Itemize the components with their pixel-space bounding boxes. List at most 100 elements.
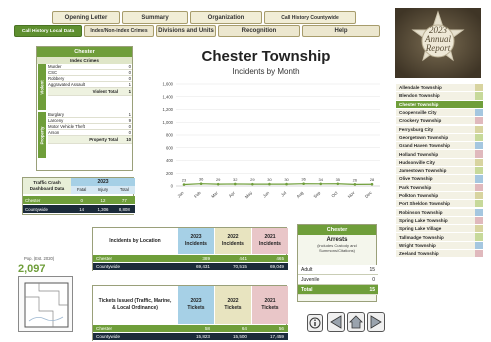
year-col-header: 2022 Tickets (215, 286, 251, 324)
township-link[interactable]: Grand Haven Township (396, 142, 483, 151)
tab-help[interactable]: Help (302, 25, 380, 37)
township-link[interactable]: Coopersville City (396, 108, 483, 118)
township-color-stripe (475, 158, 483, 166)
data-label: 29 (216, 177, 221, 182)
township-link[interactable]: Spring Lake Village (396, 225, 483, 234)
y-tick-label: 1,200 (163, 107, 174, 112)
crime-total-row: Property Total 10 (48, 136, 132, 144)
township-link[interactable]: Wright Township (396, 241, 483, 250)
col-label: Incidents (185, 241, 207, 247)
traffic-value: 12 (100, 197, 106, 203)
township-link[interactable]: Ferrysburg City (396, 125, 483, 134)
tab-organization[interactable]: Organization (190, 11, 262, 24)
township-link[interactable]: Holland Township (396, 150, 483, 159)
township-name: Hudsonville City (399, 159, 435, 165)
x-tick-label: Feb (193, 190, 202, 199)
arrest-total-label: Total (301, 286, 313, 293)
township-link[interactable]: Allendale Township (396, 84, 483, 93)
y-tick-label: 400 (166, 158, 174, 163)
crime-label: Murder (48, 64, 62, 69)
traffic-value: 14 (79, 206, 85, 212)
crime-value: 9 (128, 118, 131, 123)
x-tick-label: Nov (347, 190, 357, 200)
crime-label: Arson (48, 130, 60, 135)
township-link[interactable]: Olive Township (396, 175, 483, 184)
township-name: Grand Haven Township (399, 143, 450, 149)
township-name: Polkton Township (399, 193, 439, 199)
data-label: 29 (250, 177, 255, 182)
tab-index-crimes[interactable]: Index/Non-index Crimes (84, 25, 154, 37)
row-value: 56 (278, 326, 284, 331)
township-color-stripe (475, 233, 483, 241)
data-point (319, 182, 323, 186)
township-name: Georgetown Township (399, 134, 449, 140)
township-map (18, 276, 73, 332)
township-name: Park Township (399, 184, 432, 190)
township-link[interactable]: Georgetown Township (396, 133, 483, 143)
township-link[interactable]: Blendon Township (396, 92, 483, 101)
tab-call-history-countywide[interactable]: Call History Countywide (264, 11, 356, 24)
x-tick-label: May (244, 190, 254, 200)
traffic-title: Traffic Crash Dashboard Data (23, 178, 71, 194)
tab-call-history-local[interactable]: Call History Local Data (14, 25, 82, 37)
back-arrow-icon (330, 315, 342, 329)
data-point (285, 182, 288, 186)
township-link[interactable]: Crockery Township (396, 117, 483, 126)
row-value: 15,500 (232, 334, 247, 339)
township-link[interactable]: Polkton Township (396, 191, 483, 201)
violent-rows: Murder 0 CSC 0 Robbery 0 Aggravated Assault 1 Vi… (48, 64, 132, 96)
table-row: Chester 389 441 465 (93, 255, 288, 263)
col-label: Tickets (224, 305, 242, 311)
township-link[interactable]: Zeeland Township (396, 250, 483, 259)
data-label: 30 (284, 177, 289, 182)
township-link[interactable]: Chester Township (396, 100, 483, 109)
township-link[interactable]: Hudsonville City (396, 158, 483, 167)
crime-label: CSC (48, 70, 58, 75)
data-label: 32 (233, 177, 238, 182)
township-list: Allendale Township Blendon Township Cheste… (396, 84, 483, 342)
crime-value: 1 (128, 82, 131, 87)
township-color-stripe (475, 250, 483, 258)
township-link[interactable]: Tallmadge Township (396, 233, 483, 242)
data-label: 26 (353, 177, 358, 182)
township-color-stripe (475, 167, 483, 175)
col-year: 2021 (264, 234, 276, 240)
data-point (302, 182, 305, 186)
crime-value: 0 (128, 130, 131, 135)
map-outline-icon (24, 282, 69, 328)
year-col-header: 2021 Incidents (252, 228, 288, 254)
y-tick-label: 0 (171, 184, 174, 189)
crime-total-value: 1 (128, 89, 131, 94)
township-link[interactable]: Jamestown Township (396, 167, 483, 176)
back-button[interactable] (327, 312, 345, 332)
tab-divisions-units[interactable]: Divisions and Units (156, 25, 216, 37)
township-name: Crockery Township (399, 118, 442, 124)
crime-box-subtitle: Index Crimes (37, 57, 132, 64)
township-link[interactable]: Port Sheldon Township (396, 200, 483, 209)
township-link[interactable]: Spring Lake Township (396, 216, 483, 226)
data-label: 35 (336, 177, 341, 182)
tab-opening-letter[interactable]: Opening Letter (52, 11, 120, 24)
township-color-stripe (475, 175, 483, 183)
data-point (199, 182, 203, 186)
traffic-value: 1,306 (97, 206, 109, 212)
row-value: 70,515 (232, 264, 247, 269)
township-link[interactable]: Park Township (396, 183, 483, 192)
year-col-header: 2023 Incidents (178, 228, 214, 254)
crime-label: Burglary (48, 112, 65, 117)
y-tick-label: 1,600 (163, 82, 174, 87)
index-crimes-box: Chester Index Crimes Violent Murder 0 CSC 0… (36, 46, 133, 171)
home-button[interactable] (347, 312, 365, 332)
incidents-by-location-table: Incidents by Location 2023 Incidents 2022 I… (92, 227, 288, 271)
township-color-stripe (475, 92, 483, 100)
township-link[interactable]: Robinson Township (396, 208, 483, 217)
col-year: 2023 (190, 234, 202, 240)
tab-summary[interactable]: Summary (122, 11, 188, 24)
crime-box-title: Chester (37, 47, 132, 57)
col-year: 2022 (227, 234, 239, 240)
info-button[interactable] (307, 314, 323, 332)
forward-button[interactable] (367, 312, 385, 332)
row-value: 465 (276, 256, 284, 261)
tab-recognition[interactable]: Recognition (218, 25, 300, 37)
x-tick-label: Apr (228, 190, 237, 199)
